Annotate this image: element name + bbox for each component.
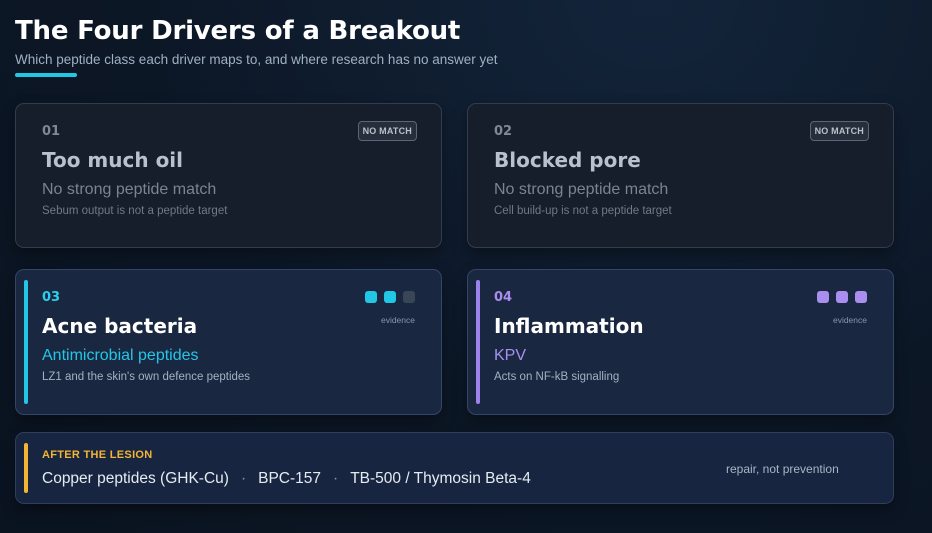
driver-title: Inflammation <box>494 314 644 338</box>
evidence-dot-filled <box>384 291 396 303</box>
footer-separator: · <box>333 470 339 487</box>
after-lesion-panel: AFTER THE LESION Copper peptides (GHK-Cu… <box>15 432 894 504</box>
driver-note: Acts on NF-kB signalling <box>494 371 620 383</box>
evidence-label: evidence <box>380 315 415 325</box>
footer-item: BPC-157 <box>258 470 322 487</box>
driver-number: 02 <box>494 124 513 139</box>
driver-number: 04 <box>494 290 513 305</box>
driver-match: Antimicrobial peptides <box>42 347 199 364</box>
title-underline <box>15 73 77 77</box>
accent-bar <box>24 280 28 404</box>
driver-match: KPV <box>494 347 527 364</box>
driver-card-inflammation: 04 evidence Inflammation KPV Acts on NF-… <box>467 269 894 415</box>
no-match-badge: NO MATCH <box>809 121 869 141</box>
driver-card-bacteria: 03 evidence Acne bacteria Antimicrobial … <box>15 269 442 415</box>
footer-label: AFTER THE LESION <box>42 449 153 461</box>
driver-number: 01 <box>42 124 61 139</box>
footer-separator: · <box>240 470 247 487</box>
evidence-dot-filled <box>817 291 829 303</box>
driver-title: Acne bacteria <box>42 314 198 338</box>
evidence-dot-filled <box>836 291 848 303</box>
driver-card-pore: 02 NO MATCH Blocked pore No strong pepti… <box>467 103 894 248</box>
evidence-dot-filled <box>855 291 867 303</box>
page-title: The Four Drivers of a Breakout <box>15 16 461 46</box>
driver-match: No strong peptide match <box>494 181 669 198</box>
evidence-label: evidence <box>832 315 867 325</box>
driver-note: Cell build-up is not a peptide target <box>494 205 672 217</box>
footer-note: repair, not prevention <box>726 462 839 476</box>
footer-item: TB-500 / Thymosin Beta-4 <box>350 470 531 487</box>
evidence-dots <box>365 291 415 303</box>
evidence-dots <box>817 291 867 303</box>
driver-title: Blocked pore <box>494 148 641 172</box>
driver-card-oil: 01 NO MATCH Too much oil No strong pepti… <box>15 103 442 248</box>
driver-number: 03 <box>42 290 61 305</box>
driver-note: LZ1 and the skin's own defence peptides <box>42 371 251 383</box>
evidence-dot-empty <box>403 291 415 303</box>
driver-match: No strong peptide match <box>42 181 217 198</box>
driver-title: Too much oil <box>42 148 184 172</box>
page-subtitle: Which peptide class each driver maps to,… <box>15 52 498 67</box>
evidence-dot-filled <box>365 291 377 303</box>
footer-items: Copper peptides (GHK-Cu) · BPC-157 · TB-… <box>42 470 531 488</box>
accent-bar <box>476 280 480 404</box>
footer-item: Copper peptides (GHK-Cu) <box>42 470 229 487</box>
driver-note: Sebum output is not a peptide target <box>42 205 228 217</box>
accent-bar <box>24 443 28 493</box>
no-match-badge: NO MATCH <box>357 121 417 141</box>
